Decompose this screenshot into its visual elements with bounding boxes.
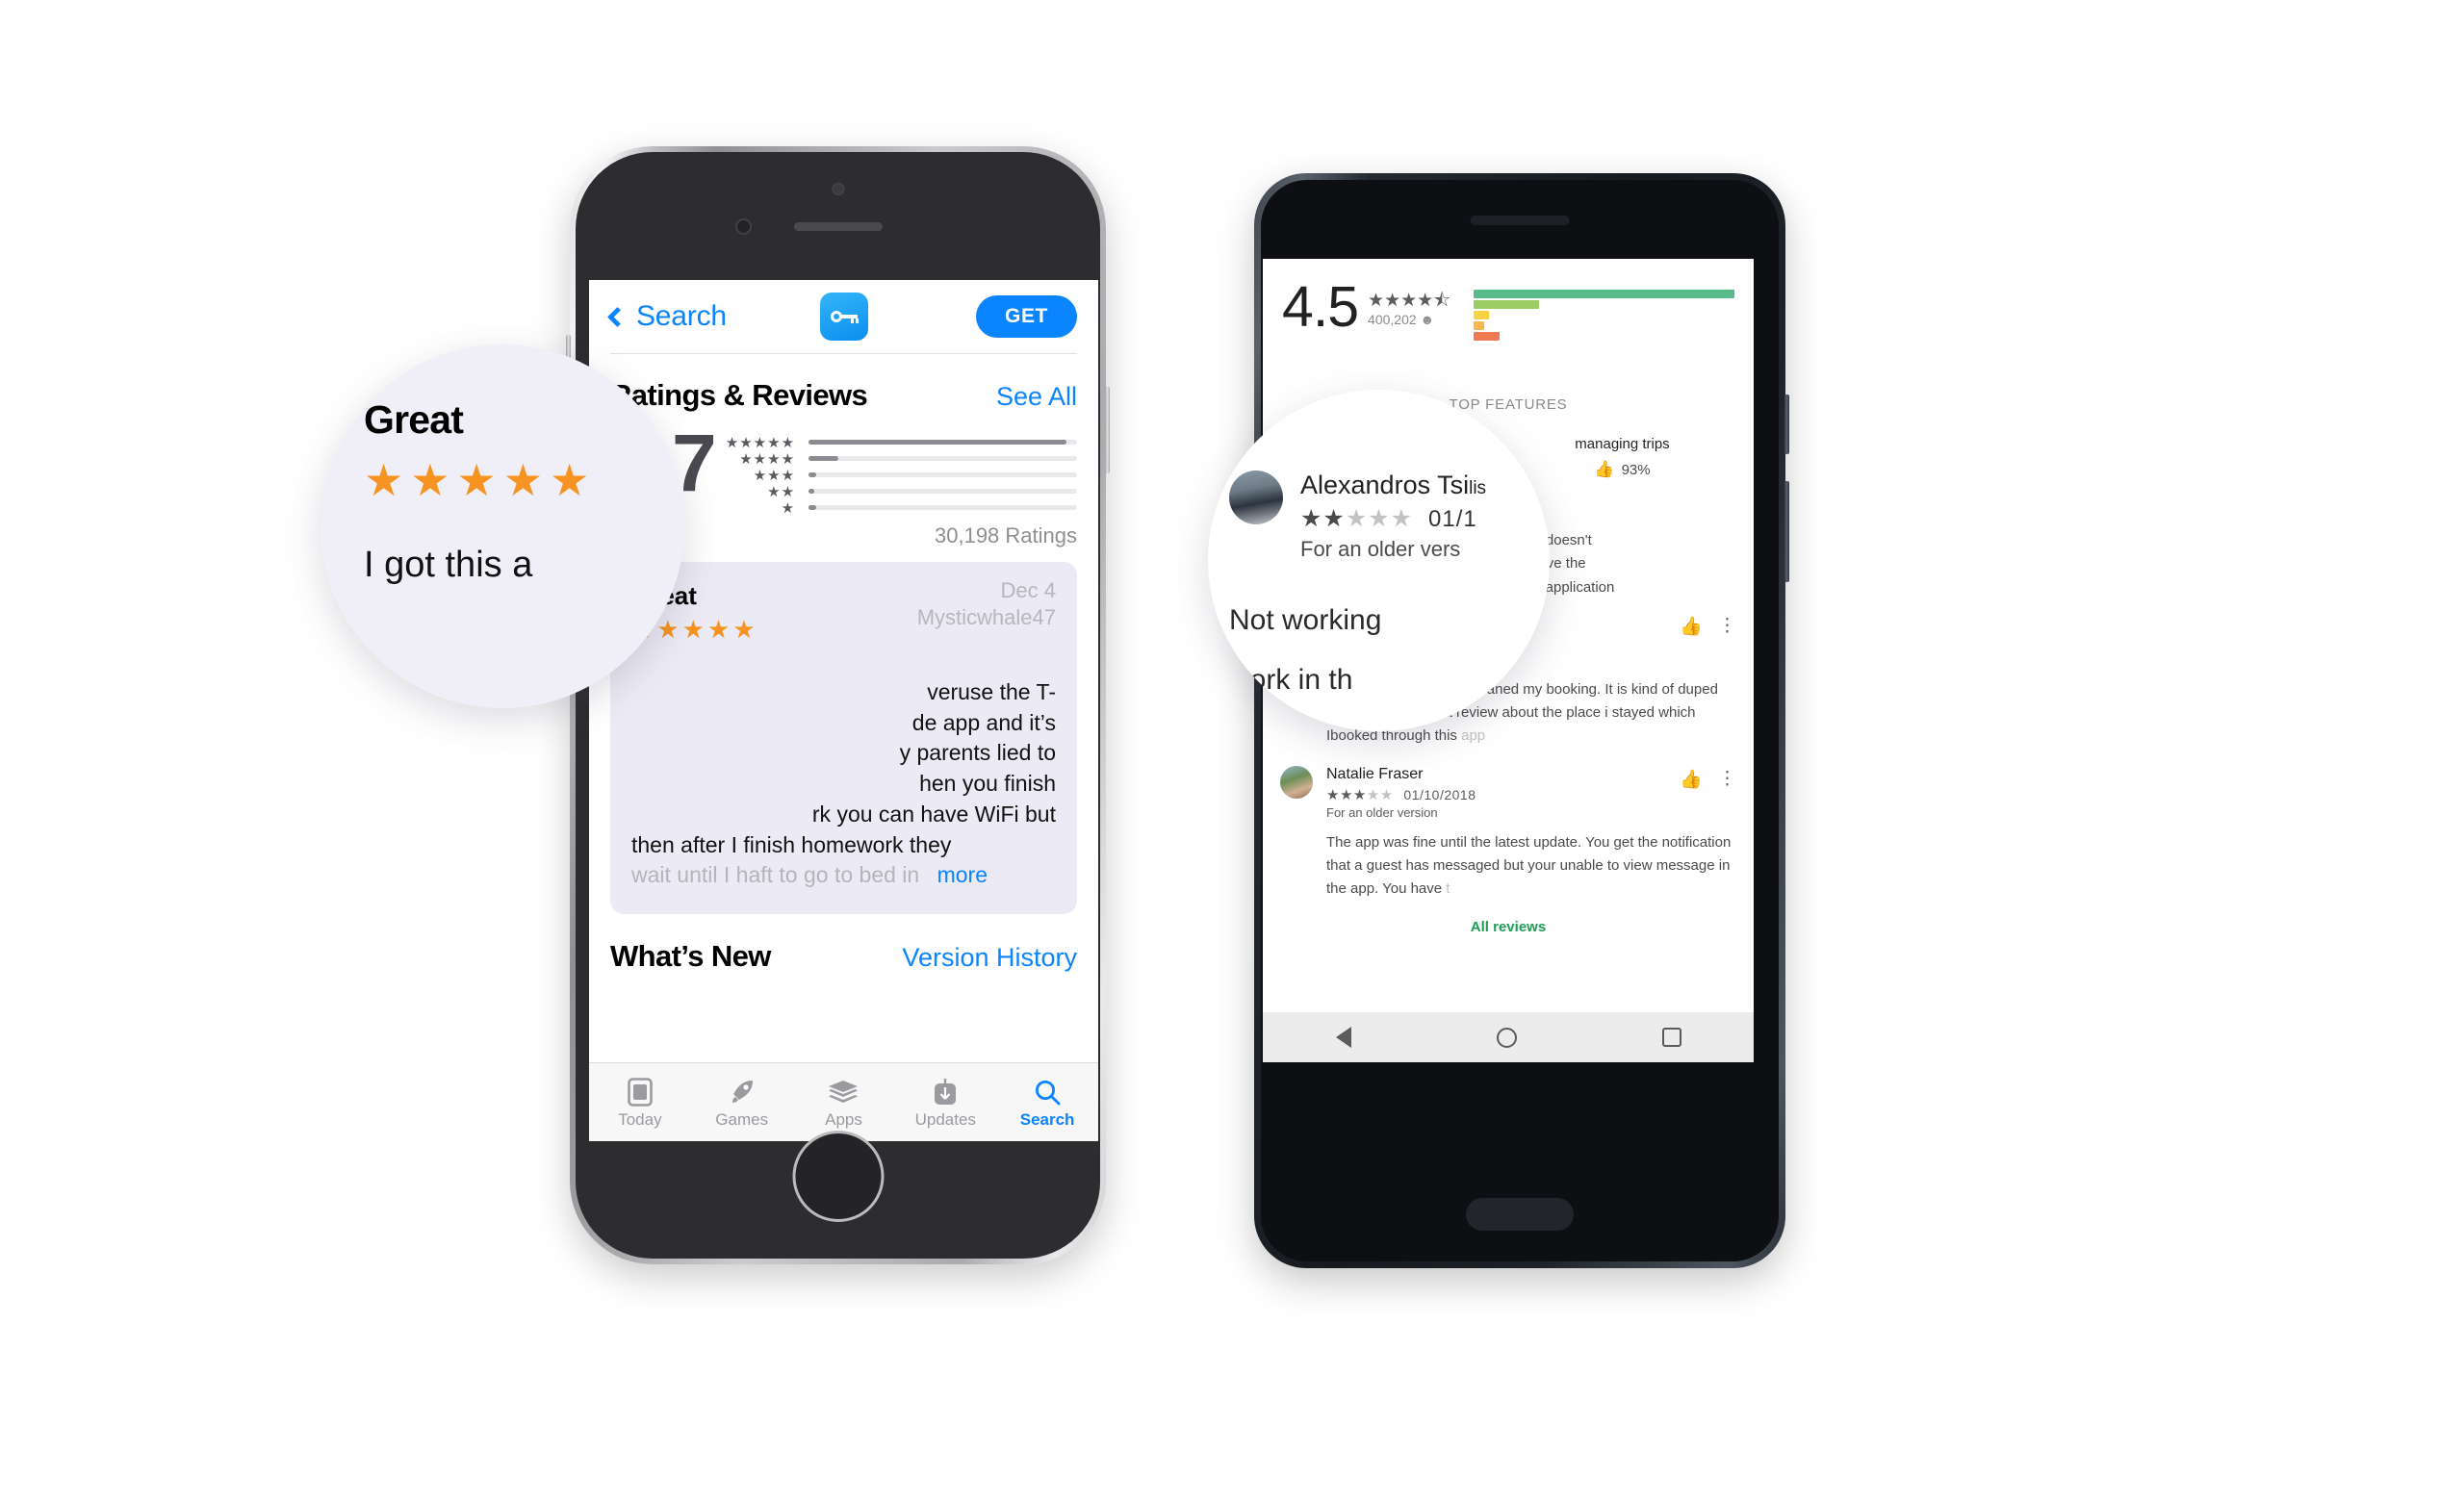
- tab-apps[interactable]: Apps: [793, 1076, 895, 1130]
- star-scale-icon: ★★★★★ ★★★★ ★★★ ★★ ★: [725, 435, 796, 517]
- nav-divider: [610, 353, 1077, 354]
- stack-icon: [793, 1076, 895, 1108]
- histogram-bar: [1474, 311, 1490, 319]
- review-body-line: veruse the T-: [927, 679, 1056, 704]
- review-body-line: hen you finish: [919, 771, 1056, 797]
- review-date: Dec 4: [1000, 578, 1056, 602]
- earpiece-speaker: [793, 222, 883, 231]
- rocket-icon: [691, 1076, 793, 1108]
- power-button[interactable]: [1784, 395, 1789, 454]
- overflow-menu-icon[interactable]: ⋮: [1718, 617, 1736, 636]
- avatar: [1280, 765, 1313, 799]
- version-history-link[interactable]: Version History: [902, 943, 1077, 973]
- home-button[interactable]: [792, 1131, 884, 1222]
- magnified-review-date: 01/1: [1428, 506, 1477, 532]
- review-item[interactable]: Natalie Fraser ★★★★★ 01/10/2018 For an o…: [1280, 765, 1736, 902]
- tab-today[interactable]: Today: [589, 1076, 691, 1130]
- chevron-left-icon: [606, 306, 629, 327]
- average-rating-score: 4.5: [1282, 275, 1359, 339]
- review-author: Mysticwhale47: [916, 605, 1056, 630]
- android-magnifier-lens: Alexandros Tsilis ★★★★★ 01/1 For an olde…: [1208, 390, 1550, 731]
- thumbs-up-icon[interactable]: 👍: [1680, 768, 1703, 791]
- review-stars-icon: ★★★★★ 01/10/2018: [1326, 786, 1476, 803]
- review-body-line: y parents lied to: [899, 740, 1056, 766]
- all-reviews-link[interactable]: All reviews: [1280, 919, 1736, 949]
- get-button[interactable]: GET: [976, 295, 1077, 338]
- recents-square-icon[interactable]: [1661, 1028, 1681, 1047]
- tab-label: Games: [715, 1109, 769, 1129]
- whats-new-title: What’s New: [610, 939, 771, 974]
- iphone-device-frame: Search GET Ratings & Reviews See All ★★★…: [566, 146, 1110, 1264]
- person-icon: ☻: [1420, 312, 1435, 327]
- tab-updates[interactable]: Updates: [894, 1076, 996, 1130]
- more-link[interactable]: more: [937, 862, 988, 887]
- rating-stars-icon: ★★★★⯪: [1368, 291, 1451, 311]
- screenshot-stage: Search GET Ratings & Reviews See All ★★★…: [0, 0, 2464, 1502]
- review-body-line: wait until I haft to go to bed in: [631, 862, 920, 888]
- see-all-link[interactable]: See All: [996, 382, 1077, 412]
- download-icon: [894, 1076, 996, 1108]
- magnified-stars-icon: ★★★★★: [364, 455, 597, 505]
- reviewer-name: Natalie Fraser: [1326, 765, 1424, 782]
- histogram-bar: [1474, 321, 1484, 330]
- magnified-stars-icon: ★★★★★ 01/1: [1300, 505, 1477, 532]
- tab-label: Apps: [825, 1109, 862, 1129]
- home-circle-icon[interactable]: [1496, 1027, 1517, 1048]
- review-body: The app was fine until the latest update…: [1326, 833, 1732, 898]
- search-icon: [996, 1076, 1098, 1108]
- magnified-review-line: Not working: [1229, 604, 1382, 636]
- thumbs-up-icon[interactable]: 👍: [1680, 615, 1703, 638]
- magnified-review-line: I got this a: [364, 545, 533, 585]
- review-version: For an older version: [1326, 804, 1438, 820]
- home-indicator[interactable]: [1466, 1198, 1574, 1231]
- magnified-review-version: For an older vers: [1300, 537, 1461, 561]
- thumbs-up-icon: 👍: [1594, 460, 1615, 478]
- rating-histogram: [808, 440, 1077, 510]
- iphone-body: Search GET Ratings & Reviews See All ★★★…: [576, 152, 1100, 1259]
- review-body-line: de app and it’s: [911, 709, 1056, 735]
- play-rating-summary: 4.5 ★★★★⯪ 400,202 ☻: [1263, 259, 1754, 343]
- review-card[interactable]: Dec 4 Mysticwhale47 Great ★★★★★ veruse t…: [610, 562, 1077, 915]
- review-body-last-line: wait until I haft to go to bed in more: [631, 860, 1056, 891]
- tab-label: Search: [1019, 1109, 1075, 1129]
- avatar: [1229, 471, 1283, 524]
- back-to-search-button[interactable]: Search: [606, 300, 727, 333]
- overflow-menu-icon[interactable]: ⋮: [1718, 770, 1736, 789]
- power-button[interactable]: [1105, 387, 1110, 473]
- ios-magnifier-lens: Great ★★★★★ I got this a: [321, 344, 684, 708]
- android-nav-bar: [1263, 1012, 1754, 1062]
- front-camera-icon: [832, 183, 844, 195]
- review-body-line: rk you can have WiFi but: [811, 801, 1056, 827]
- feature-percent: 93%: [1621, 461, 1651, 478]
- back-triangle-icon[interactable]: [1335, 1027, 1351, 1048]
- histogram-bar: [1474, 300, 1539, 309]
- ratings-count-label: 400,202 ☻: [1368, 312, 1435, 327]
- histogram-bar: [1474, 332, 1501, 341]
- review-date: 01/10/2018: [1403, 786, 1476, 802]
- review-body: veruse the T- de app and it’s y parents …: [631, 677, 1056, 891]
- tab-search[interactable]: Search: [996, 1076, 1098, 1130]
- feature-name: managing trips: [1575, 436, 1670, 452]
- magnified-reviewer-name: Alexandros Tsilis: [1300, 471, 1487, 499]
- review-body-line: then after I finish homework they: [631, 831, 952, 857]
- earpiece-speaker: [1470, 216, 1570, 225]
- whats-new-header: What’s New Version History: [610, 939, 1077, 985]
- back-button-label: Search: [636, 300, 727, 332]
- rating-histogram: [1474, 290, 1734, 343]
- tab-label: Updates: [914, 1109, 976, 1129]
- proximity-sensor-icon: [735, 218, 752, 235]
- ios-tab-bar: Today Games Apps Updates Search: [589, 1062, 1098, 1141]
- magnified-review-title: Great: [364, 397, 464, 442]
- review-meta: Dec 4 Mysticwhale47: [917, 577, 1056, 631]
- histogram-bar: [1474, 290, 1734, 298]
- volume-button[interactable]: [1784, 481, 1789, 582]
- magnified-review-line: work in th: [1229, 664, 1353, 696]
- tab-label: Today: [618, 1109, 662, 1129]
- ios-nav-bar: Search GET: [589, 280, 1098, 353]
- today-icon: [589, 1076, 691, 1108]
- key-icon[interactable]: [819, 293, 868, 341]
- tab-games[interactable]: Games: [691, 1076, 793, 1130]
